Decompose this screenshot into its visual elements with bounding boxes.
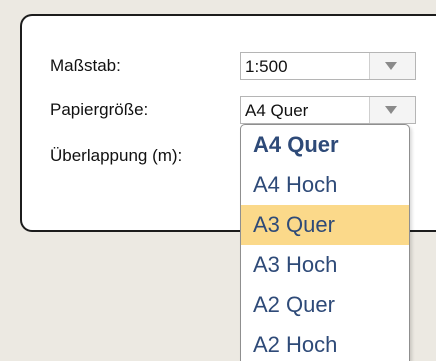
scale-label: Maßstab: xyxy=(50,56,121,75)
overlap-label: Überlappung (m): xyxy=(50,146,183,165)
chevron-down-icon[interactable] xyxy=(369,53,415,79)
paper-size-select-value: A4 Quer xyxy=(245,101,309,120)
paper-size-label: Papiergröße: xyxy=(50,100,149,119)
chevron-down-icon[interactable] xyxy=(369,97,415,123)
option-a3-quer[interactable]: A3 Quer xyxy=(241,205,409,245)
scale-select-value: 1:500 xyxy=(245,57,288,76)
scale-select[interactable]: 1:500 xyxy=(240,52,416,80)
option-a3-hoch[interactable]: A3 Hoch xyxy=(241,245,409,285)
option-a2-hoch[interactable]: A2 Hoch xyxy=(241,325,409,361)
option-a4-quer[interactable]: A4 Quer xyxy=(241,125,409,165)
option-a4-hoch[interactable]: A4 Hoch xyxy=(241,165,409,205)
paper-size-dropdown-list[interactable]: A4 Quer A4 Hoch A3 Quer A3 Hoch A2 Quer … xyxy=(240,124,410,361)
paper-size-select[interactable]: A4 Quer xyxy=(240,96,416,124)
option-a2-quer[interactable]: A2 Quer xyxy=(241,285,409,325)
